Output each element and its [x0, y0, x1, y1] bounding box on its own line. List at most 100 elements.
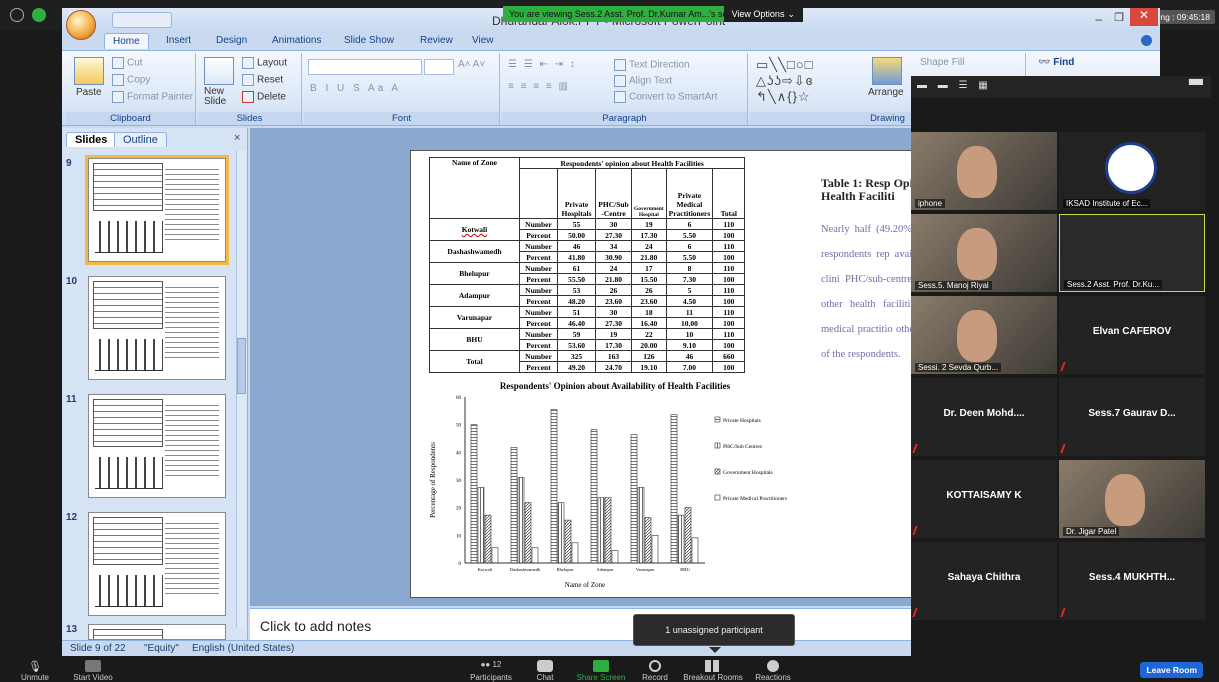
office-button[interactable]	[66, 10, 96, 40]
participant-tile[interactable]: Dr. Deen Mohd....	[911, 378, 1057, 456]
slide-thumbnail-12[interactable]	[88, 512, 226, 616]
record-icon	[649, 660, 661, 672]
tab-review[interactable]: Review	[420, 35, 453, 46]
align-buttons[interactable]: ≡ ≡ ≡ ≡ ▥	[508, 81, 570, 92]
table-cell: 51	[557, 306, 596, 318]
participant-tile[interactable]: Sessi. 2 Sevda Qurb...	[911, 296, 1057, 374]
tab-insert[interactable]: Insert	[166, 35, 191, 46]
bar	[557, 502, 565, 564]
sharing-banner: You are viewing Sess.2 Asst. Prof. Dr.Ku…	[503, 6, 803, 22]
participant-tile[interactable]: Sess.7 Gaurav D...	[1059, 378, 1205, 456]
font-format-buttons[interactable]: B I U S Aa A	[310, 83, 401, 94]
new-slide-button[interactable]: New Slide	[204, 87, 238, 107]
table-cell: 5.50	[665, 251, 714, 263]
panel-menu-icon[interactable]: ▀▀	[1189, 80, 1203, 91]
help-icon[interactable]	[1141, 35, 1152, 46]
quick-access-toolbar[interactable]	[112, 12, 172, 28]
format-painter-button[interactable]: Format Painter	[112, 91, 193, 103]
table-cell: 100	[712, 295, 746, 307]
view-options-button[interactable]: View Options ⌄	[723, 6, 803, 22]
participant-tile[interactable]: IKSAD Institute of Ec...	[1059, 132, 1205, 210]
align-text-button[interactable]: Align Text	[614, 75, 672, 87]
paste-button[interactable]: Paste	[76, 87, 102, 98]
table-cell: 46.40	[557, 317, 596, 329]
reactions-button[interactable]: Reactions	[738, 658, 808, 682]
shield-icon[interactable]	[32, 8, 46, 22]
smartart-button[interactable]: Convert to SmartArt	[614, 91, 717, 103]
x-tick-label: Varunapar	[636, 567, 655, 572]
participant-tile[interactable]: Dr. Jigar Patel	[1059, 460, 1205, 538]
participant-tile[interactable]: Sess.2 Asst. Prof. Dr.Ku...	[1059, 214, 1205, 292]
participant-tile[interactable]: iphone	[911, 132, 1057, 210]
smartart-icon	[614, 91, 626, 103]
tab-slides[interactable]: Slides	[66, 132, 117, 147]
slide-thumbnail-13[interactable]	[88, 624, 226, 640]
tab-slide-show[interactable]: Slide Show	[344, 35, 394, 46]
slide-thumbnail-9[interactable]	[85, 155, 229, 265]
participant-name: Sess.5. Manoj Riyal	[915, 281, 992, 290]
minimize-icon[interactable]: –	[1095, 12, 1102, 26]
mic-muted-icon	[1060, 444, 1071, 453]
thumbnail-scrollbar[interactable]	[236, 150, 246, 628]
paragraph-group: ☰ ☰ ⇤ ⇥ ↕ ≡ ≡ ≡ ≡ ▥ Text Direction Align…	[502, 53, 748, 125]
row-label: Number	[519, 350, 558, 362]
delete-button[interactable]: Delete	[242, 91, 286, 103]
font-name-select[interactable]	[308, 59, 422, 75]
table-cell: 26	[631, 284, 667, 296]
participant-tile[interactable]: Sess.4 MUKHTH...	[1059, 542, 1205, 620]
restore-icon[interactable]: ❐	[1114, 11, 1124, 24]
legend-label: Private Medical Practitioners	[723, 496, 787, 502]
table-cell: 100	[712, 317, 746, 329]
table-cell: 163	[595, 350, 632, 362]
copy-icon	[112, 74, 124, 86]
col-header: Private Medical Practitioners	[665, 168, 714, 219]
participant-tile[interactable]: Elvan CAFEROV	[1059, 296, 1205, 374]
table-cell: 61	[557, 262, 596, 274]
table-header-zone: Name of Zone	[429, 157, 520, 219]
copy-button[interactable]: Copy	[112, 74, 150, 86]
table-cell: 100	[712, 339, 746, 351]
close-pane-icon[interactable]: ×	[234, 132, 240, 144]
start-video-button[interactable]: Start Video	[58, 658, 128, 682]
participant-name: Dr. Deen Mohd....	[943, 408, 1025, 419]
slide-thumbnail-10[interactable]	[88, 276, 226, 380]
grow-font-icon[interactable]: A˄ A˅	[458, 59, 485, 70]
table-cell: 19.10	[631, 361, 667, 373]
font-size-select[interactable]	[424, 59, 454, 75]
tab-view[interactable]: View	[472, 35, 494, 46]
text-direction-button[interactable]: Text Direction	[614, 59, 690, 71]
layout-button[interactable]: Layout	[242, 57, 287, 69]
close-icon[interactable]: ✕	[1130, 8, 1158, 26]
text-direction-icon	[614, 59, 626, 71]
legend-label: Private Hospitals	[723, 418, 761, 424]
tab-outline[interactable]: Outline	[114, 132, 167, 147]
table-cell: 7.00	[665, 361, 714, 373]
tab-animations[interactable]: Animations	[272, 35, 321, 46]
participant-tile[interactable]: Sahaya Chithra	[911, 542, 1057, 620]
bar	[491, 547, 499, 564]
bar	[564, 519, 572, 564]
scroll-thumb[interactable]	[237, 338, 246, 394]
list-buttons[interactable]: ☰ ☰ ⇤ ⇥ ↕	[508, 59, 577, 70]
find-button[interactable]: 👓 Find	[1038, 57, 1074, 68]
info-icon[interactable]	[10, 8, 24, 22]
reset-button[interactable]: Reset	[242, 74, 283, 86]
table-cell: 30	[595, 306, 632, 318]
participant-tile[interactable]: Sess.5. Manoj Riyal	[911, 214, 1057, 292]
tab-home[interactable]: Home	[104, 33, 149, 49]
tab-design[interactable]: Design	[216, 35, 247, 46]
participant-name: iphone	[915, 199, 946, 208]
table-row: Kotwali Number 55 30 19 6 110	[429, 218, 746, 241]
shapes-gallery[interactable]: ▭╲╲□○□ △ʖʖ⇨⇩ɞ ↰╲∧{}☆	[756, 57, 814, 105]
reset-icon	[242, 74, 254, 86]
view-layout-icons[interactable]: ▬ ▬ ☰ ▦	[917, 80, 992, 91]
table-cell: 24	[595, 262, 632, 274]
leave-room-button[interactable]: Leave Room	[1140, 662, 1203, 678]
arrange-button[interactable]: Arrange	[868, 87, 904, 98]
slide-thumbnail-11[interactable]	[88, 394, 226, 498]
shape-fill-button[interactable]: Shape Fill	[920, 57, 964, 68]
cut-button[interactable]: Cut	[112, 57, 143, 69]
status-language[interactable]: English (United States)	[192, 643, 294, 654]
participant-video	[957, 146, 997, 198]
participant-tile[interactable]: KOTTAISAMY K	[911, 460, 1057, 538]
